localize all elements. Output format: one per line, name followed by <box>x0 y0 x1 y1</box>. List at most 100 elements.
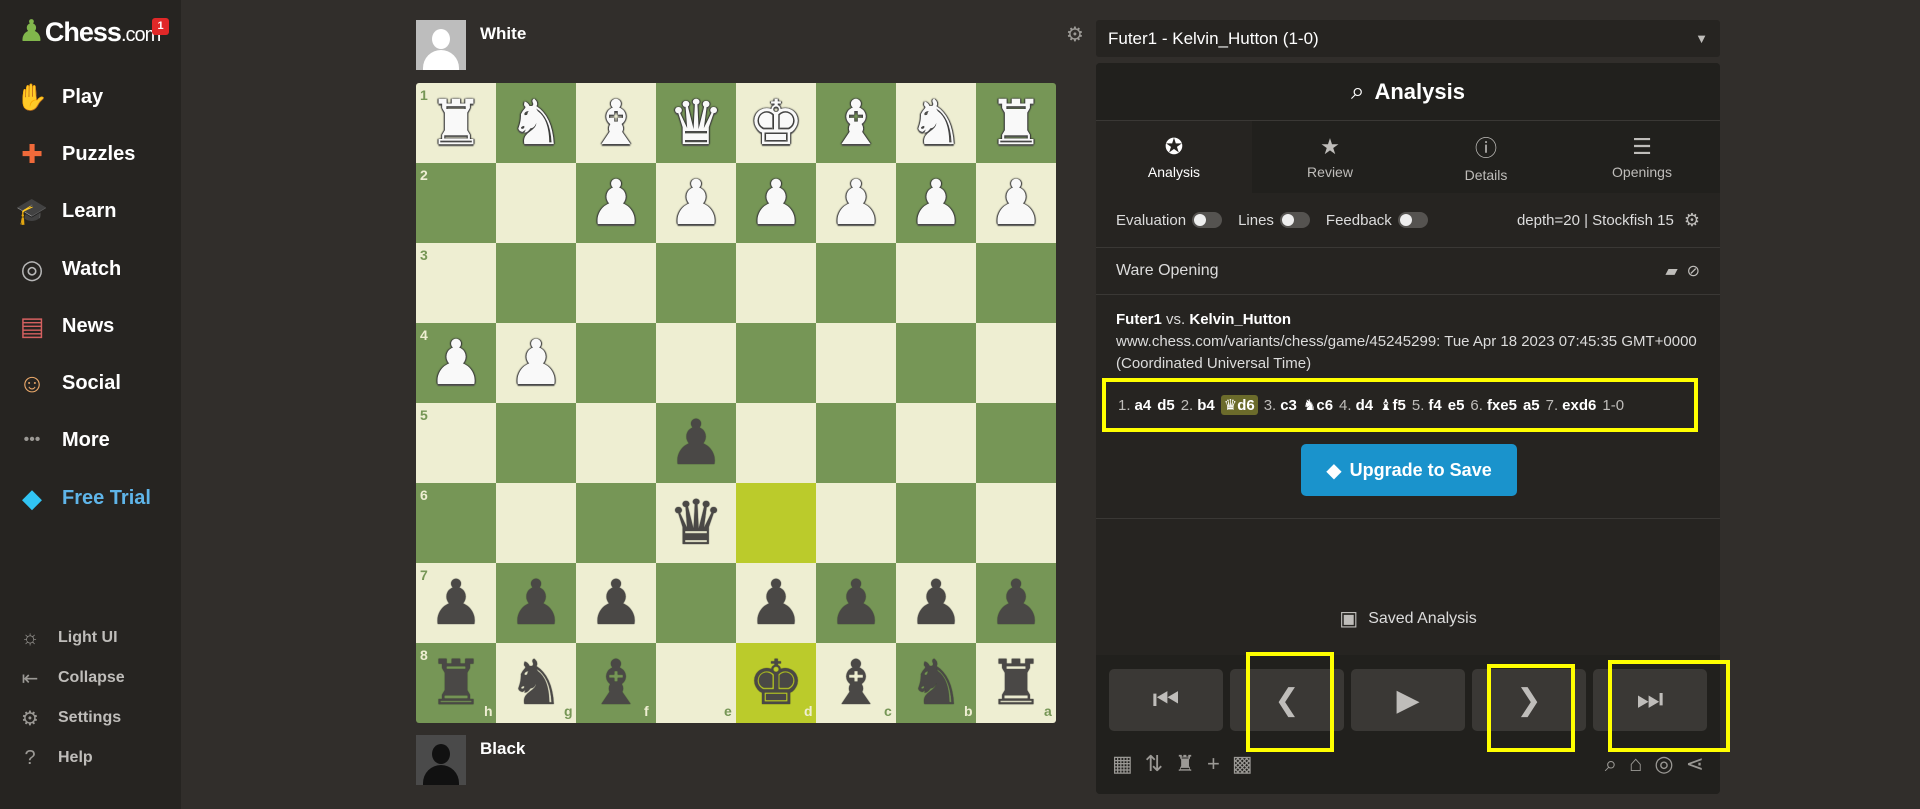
square-b6[interactable] <box>896 483 976 563</box>
chess-board[interactable]: 1 2 3 4 5 6 7 8 h g f e d c b a ♜ ♞ ♝ ♚ ♛ ♝ ♞ ♜ ♟ ♟ ♟ ♟ ♟ ♟ ♟ ♟ ♟ ♛ ♟ ♟ ♟ ♟ ♟ ♟… <box>416 83 1056 723</box>
player-bottom-name[interactable]: Black <box>480 739 525 785</box>
square-h3[interactable] <box>416 243 496 323</box>
toggle-feedback[interactable]: Feedback <box>1326 212 1428 229</box>
black-piece-f8[interactable]: ♝ <box>576 643 656 723</box>
compass-icon[interactable]: ⊘ <box>1687 263 1700 280</box>
black-piece-f7[interactable]: ♟ <box>576 563 656 643</box>
square-b4[interactable] <box>896 323 976 403</box>
white-piece-g1[interactable]: ♞ <box>496 83 576 163</box>
move-white[interactable]: exd6 <box>1562 397 1596 414</box>
nav-watch[interactable]: ◎ Watch <box>0 246 181 292</box>
game-select-dropdown[interactable]: Futer1 - Kelvin_Hutton (1-0) ▼ <box>1096 20 1720 57</box>
black-piece-c7[interactable]: ♟ <box>816 563 896 643</box>
square-e3[interactable] <box>656 243 736 323</box>
chess-logo[interactable]: ♟ Chess.com 1 <box>18 12 169 52</box>
white-piece-b2[interactable]: ♟ <box>896 163 976 243</box>
square-g2[interactable] <box>496 163 576 243</box>
square-b5[interactable] <box>896 403 976 483</box>
white-piece-c1[interactable]: ♝ <box>816 83 896 163</box>
square-c3[interactable] <box>816 243 896 323</box>
move-white[interactable]: f4 <box>1428 397 1441 414</box>
move-black[interactable]: d5 <box>1157 397 1175 414</box>
square-f5[interactable] <box>576 403 656 483</box>
square-f6[interactable] <box>576 483 656 563</box>
white-piece-e1[interactable]: ♛ <box>656 83 736 163</box>
square-g6[interactable] <box>496 483 576 563</box>
share-icon[interactable]: ⋖ <box>1686 751 1704 776</box>
move-white[interactable]: fxe5 <box>1487 397 1517 414</box>
white-piece-b1[interactable]: ♞ <box>896 83 976 163</box>
move-white[interactable]: a4 <box>1135 397 1152 414</box>
black-piece-d7[interactable]: ♟ <box>736 563 816 643</box>
footer-collapse[interactable]: ⇤ Collapse <box>0 660 181 696</box>
square-g5[interactable] <box>496 403 576 483</box>
move-black[interactable]: ♛d6 <box>1220 395 1258 415</box>
square-c6[interactable] <box>816 483 896 563</box>
square-e7[interactable] <box>656 563 736 643</box>
white-piece-f1[interactable]: ♝ <box>576 83 656 163</box>
footer-settings[interactable]: ⚙ Settings <box>0 700 181 736</box>
white-piece-c2[interactable]: ♟ <box>816 163 896 243</box>
upgrade-to-save-button[interactable]: ◆ Upgrade to Save <box>1301 444 1517 496</box>
move-black[interactable]: ♞c6 <box>1303 396 1333 414</box>
black-piece-a7[interactable]: ♟ <box>976 563 1056 643</box>
white-piece-a1[interactable]: ♜ <box>976 83 1056 163</box>
white-piece-d2[interactable]: ♟ <box>736 163 816 243</box>
board-settings-gear-icon[interactable]: ⚙ <box>1066 22 1084 47</box>
footer-help[interactable]: ? Help <box>0 740 181 776</box>
nav-free-trial[interactable]: ◆ Free Trial <box>0 475 181 521</box>
black-piece-b7[interactable]: ♟ <box>896 563 976 643</box>
flip-board-icon[interactable]: ⇅ <box>1145 751 1163 776</box>
white-piece-e2[interactable]: ♟ <box>656 163 736 243</box>
square-e4[interactable] <box>656 323 736 403</box>
tab-details[interactable]: ⓘ Details <box>1408 121 1564 193</box>
toggle-lines-switch[interactable] <box>1279 212 1310 228</box>
square-c4[interactable] <box>816 323 896 403</box>
white-piece-g4[interactable]: ♟ <box>496 323 576 403</box>
square-b3[interactable] <box>896 243 976 323</box>
square-a3[interactable] <box>976 243 1056 323</box>
tab-analysis[interactable]: ✪ Analysis <box>1096 121 1252 193</box>
square-d3[interactable] <box>736 243 816 323</box>
tab-review[interactable]: ★ Review <box>1252 121 1408 193</box>
footer-light-ui[interactable]: ☼ Light UI <box>0 620 181 656</box>
white-piece-h1[interactable]: ♜ <box>416 83 496 163</box>
saved-analysis-link[interactable]: ▣ Saved Analysis <box>1096 606 1720 631</box>
black-piece-a8[interactable]: ♜ <box>976 643 1056 723</box>
black-piece-b8[interactable]: ♞ <box>896 643 976 723</box>
black-piece-g7[interactable]: ♟ <box>496 563 576 643</box>
toggle-feedback-switch[interactable] <box>1397 212 1428 228</box>
black-piece-c8[interactable]: ♝ <box>816 643 896 723</box>
square-a5[interactable] <box>976 403 1056 483</box>
tab-openings[interactable]: ☰ Openings <box>1564 121 1720 193</box>
move-white[interactable]: d4 <box>1356 397 1374 414</box>
engine-settings-gear-icon[interactable]: ⚙ <box>1684 210 1700 231</box>
white-piece-f2[interactable]: ♟ <box>576 163 656 243</box>
toggle-evaluation-switch[interactable] <box>1192 212 1223 228</box>
first-move-button[interactable]: ⏮ <box>1109 669 1223 731</box>
white-piece-d1[interactable]: ♚ <box>736 83 816 163</box>
square-h6[interactable] <box>416 483 496 563</box>
black-piece-h7[interactable]: ♟ <box>416 563 496 643</box>
white-piece-h4[interactable]: ♟ <box>416 323 496 403</box>
black-piece-h8[interactable]: ♜ <box>416 643 496 723</box>
board-setup-icon[interactable]: ▩ <box>1232 751 1253 776</box>
notification-badge[interactable]: 1 <box>152 18 169 35</box>
square-a6[interactable] <box>976 483 1056 563</box>
square-h5[interactable] <box>416 403 496 483</box>
move-white[interactable]: b4 <box>1197 397 1215 414</box>
player-top-avatar[interactable] <box>416 20 466 70</box>
nav-social[interactable]: ☺ Social <box>0 360 181 406</box>
nav-puzzles[interactable]: ✚ Puzzles <box>0 131 181 177</box>
analysis-zoom-icon[interactable]: ⌕ <box>1605 751 1617 776</box>
square-d6[interactable] <box>736 483 816 563</box>
nav-news[interactable]: ▤ News <box>0 303 181 349</box>
black-piece-g8[interactable]: ♞ <box>496 643 576 723</box>
square-a4[interactable] <box>976 323 1056 403</box>
move-white[interactable]: c3 <box>1280 397 1297 414</box>
square-h2[interactable] <box>416 163 496 243</box>
square-g3[interactable] <box>496 243 576 323</box>
book-icon[interactable]: ▰ <box>1665 263 1677 280</box>
player-top-name[interactable]: White <box>480 24 526 70</box>
piece-style-icon[interactable]: ♜ <box>1175 751 1195 776</box>
